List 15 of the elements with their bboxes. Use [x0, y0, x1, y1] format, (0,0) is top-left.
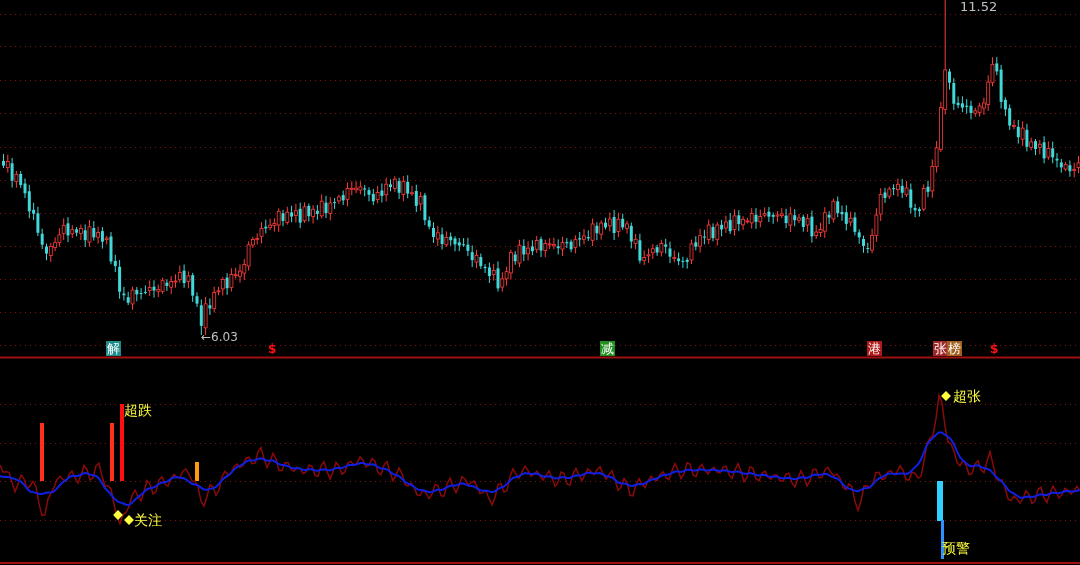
signal-bar	[40, 423, 44, 481]
high-price-label: 11.52	[960, 0, 998, 13]
signal-bar	[195, 462, 199, 481]
signal-label: 关注	[134, 513, 162, 527]
event-tag: 榜	[947, 341, 962, 356]
signal-label: 超跌	[124, 403, 152, 417]
dollar-marker: $	[268, 343, 277, 355]
low-price-label: ←6.03	[201, 331, 238, 343]
event-tag: 减	[600, 341, 615, 356]
event-tag: 解	[106, 341, 121, 356]
dollar-marker: $	[990, 343, 999, 355]
signal-bar	[110, 423, 114, 481]
event-tag: 港	[867, 341, 882, 356]
diamond-icon	[941, 391, 951, 401]
signal-label: 超张	[953, 389, 981, 403]
